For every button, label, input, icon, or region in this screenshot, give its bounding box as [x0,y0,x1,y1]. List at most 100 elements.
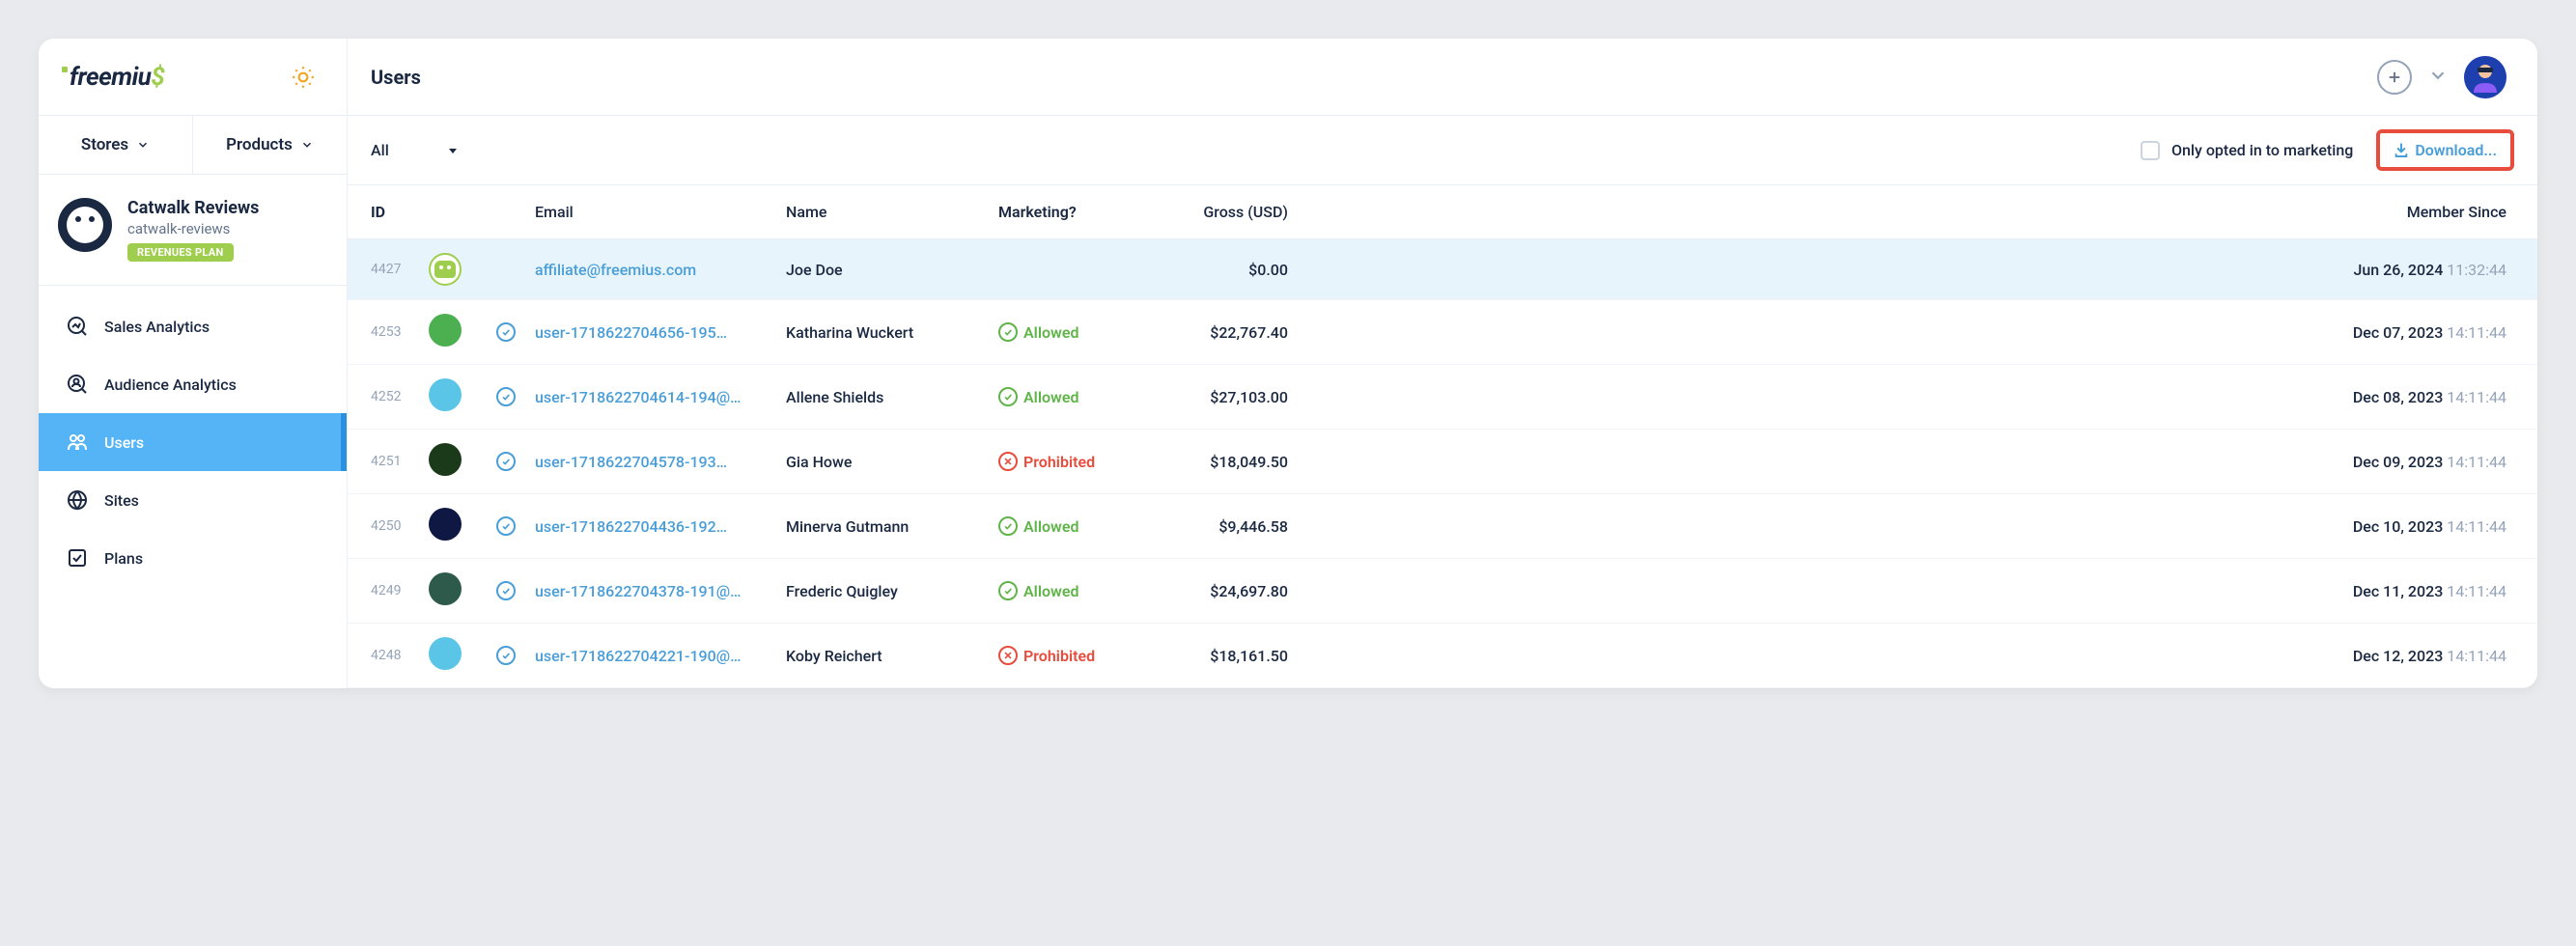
cell-verify [496,646,535,665]
table-row[interactable]: 4427affiliate@freemius.comJoe Doe$0.00Ju… [348,239,2537,300]
cell-id: 4248 [371,648,429,663]
cell-gross: $27,103.00 [1162,388,1288,406]
table-row[interactable]: 4248user-1718622704221-190@…Koby Reicher… [348,624,2537,688]
logo[interactable]: freemiu$ [70,63,164,92]
check-icon [998,516,1018,536]
product-title: Catwalk Reviews [127,198,327,218]
cell-verify [496,581,535,600]
sun-icon [291,65,316,90]
download-label: Download... [2415,141,2497,159]
cell-avatar [429,508,496,544]
filter-label: All [371,141,389,159]
plans-icon [66,546,89,570]
marketing-status: Allowed [1023,388,1078,406]
product-slug: catwalk-reviews [127,220,327,237]
nav-dropdowns: Stores Products [39,116,347,175]
cell-gross: $18,049.50 [1162,453,1288,471]
toolbar: All Only opted in to marketing Download.… [348,116,2537,185]
marketing-status: Prohibited [1023,453,1095,471]
sidebar-item-users[interactable]: Users [39,413,347,471]
table-row[interactable]: 4250user-1718622704436-192…Minerva Gutma… [348,494,2537,559]
user-avatar-icon [429,378,462,411]
x-icon [998,452,1018,471]
check-icon [998,387,1018,406]
product-badge: REVENUES PLAN [127,243,234,262]
sidebar-item-plans[interactable]: Plans [39,529,347,587]
cell-id: 4250 [371,518,429,534]
sidebar-item-label: Plans [104,549,143,568]
cell-gross: $0.00 [1162,261,1288,279]
avatar-icon [2464,56,2506,98]
chevron-down-icon [300,138,314,152]
nav-menu: Sales Analytics Audience AnalyticsUsersSi… [39,286,347,598]
cell-avatar [429,443,496,480]
sidebar-item-audience-analytics[interactable]: Audience Analytics [39,355,347,413]
marketing-status: Allowed [1023,582,1078,600]
cell-email[interactable]: user-1718622704578-193… [535,453,786,471]
cell-name: Katharina Wuckert [786,323,998,342]
user-avatar-icon [429,253,462,286]
sidebar-item-sales-analytics[interactable]: Sales Analytics [39,297,347,355]
cell-time: 14:11:44 [2447,453,2506,471]
sidebar: Stores Products Catwalk Reviews catwalk-… [39,116,348,688]
cell-gross: $9,446.58 [1162,517,1288,536]
header-email[interactable]: Email [535,203,786,221]
plus-icon [2386,69,2403,86]
table-row[interactable]: 4249user-1718622704378-191@…Frederic Qui… [348,559,2537,624]
user-avatar[interactable] [2464,56,2506,98]
header-marketing[interactable]: Marketing? [998,203,1162,221]
globe-icon [66,488,89,512]
cell-avatar [429,637,496,674]
cell-time: 14:11:44 [2447,647,2506,665]
cell-email[interactable]: affiliate@freemius.com [535,261,786,279]
header-dropdown[interactable] [2427,65,2449,90]
cell-id: 4252 [371,389,429,404]
cell-marketing: Prohibited [998,646,1162,665]
cell-avatar [429,253,496,286]
verified-icon [496,322,516,342]
main: All Only opted in to marketing Download.… [348,116,2537,688]
cell-time: 14:11:44 [2447,323,2506,342]
theme-toggle-button[interactable] [291,65,316,90]
stores-dropdown[interactable]: Stores [39,116,193,174]
cell-id: 4251 [371,454,429,469]
marketing-checkbox[interactable] [2141,141,2160,160]
cell-email[interactable]: user-1718622704656-195… [535,323,786,342]
cell-id: 4253 [371,324,429,340]
layout: Stores Products Catwalk Reviews catwalk-… [39,116,2537,688]
product-card: Catwalk Reviews catwalk-reviews REVENUES… [39,175,347,286]
cell-verify [496,452,535,471]
table-row[interactable]: 4251user-1718622704578-193…Gia HoweProhi… [348,430,2537,494]
cell-name: Allene Shields [786,388,998,406]
table-row[interactable]: 4253 user-1718622704656-195…Katharina Wuc… [348,300,2537,365]
download-button[interactable]: Download... [2376,129,2514,171]
chevron-down-icon [2427,65,2449,86]
header-name[interactable]: Name [786,203,998,221]
cell-member: Dec 09, 202314:11:44 [1288,453,2514,471]
products-label: Products [226,135,293,154]
sidebar-item-label: Sales Analytics [104,318,210,336]
header-gross[interactable]: Gross (USD) [1162,203,1288,221]
products-dropdown[interactable]: Products [193,116,347,174]
cell-email[interactable]: user-1718622704436-192… [535,517,786,536]
marketing-checkbox-label: Only opted in to marketing [2171,141,2353,159]
header-member[interactable]: Member Since [1288,203,2514,221]
add-button[interactable] [2377,60,2412,95]
cell-marketing: Allowed [998,322,1162,342]
table-row[interactable]: 4252 user-1718622704614-194@…Allene Shiel… [348,365,2537,430]
cell-name: Frederic Quigley [786,582,998,600]
marketing-filter: Only opted in to marketing [2141,141,2353,160]
cell-email[interactable]: user-1718622704221-190@… [535,647,786,665]
cell-email[interactable]: user-1718622704378-191@… [535,582,786,600]
cell-marketing: Allowed [998,516,1162,536]
sidebar-item-sites[interactable]: Sites [39,471,347,529]
marketing-status: Allowed [1023,323,1078,342]
cell-email[interactable]: user-1718622704614-194@… [535,388,786,406]
header-id[interactable]: ID [371,203,429,221]
cell-time: 14:11:44 [2447,388,2506,406]
stores-label: Stores [81,135,128,154]
cell-marketing: Allowed [998,387,1162,406]
filter-dropdown[interactable]: All [371,141,459,159]
header-right [2377,56,2537,98]
cell-avatar [429,378,496,415]
